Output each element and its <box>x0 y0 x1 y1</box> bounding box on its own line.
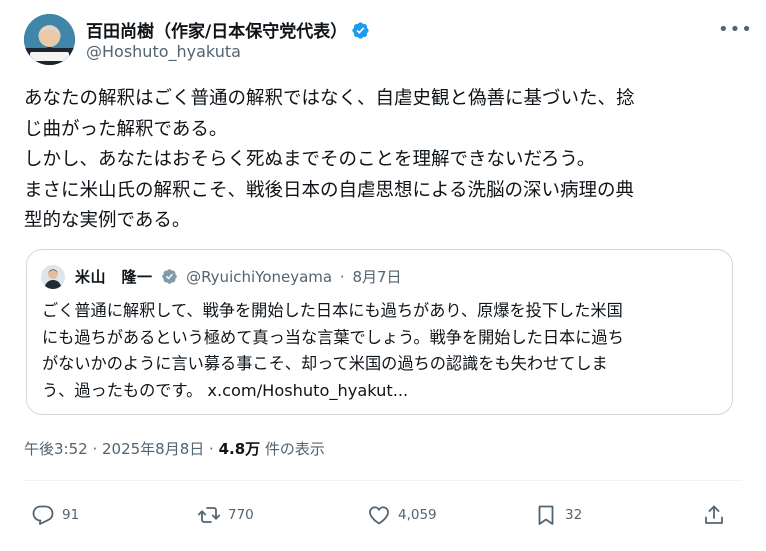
verified-badge-icon <box>352 22 369 39</box>
reply-count: 91 <box>62 507 80 523</box>
retweet-button[interactable]: 770 <box>197 498 254 532</box>
reply-icon <box>32 505 54 525</box>
quoted-line: う、過ったものです。 x.com/Hoshuto_hyakut... <box>42 380 409 400</box>
meta-separator: · <box>87 440 102 458</box>
like-count: 4,059 <box>398 507 437 523</box>
tweet-line: 型的な実例である。 <box>24 210 191 232</box>
view-count: 4.8万 <box>218 440 261 458</box>
more-options-icon[interactable]: ••• <box>718 20 752 40</box>
tweet-date[interactable]: 2025年8月8日 <box>102 440 204 458</box>
reply-button[interactable]: 91 <box>31 498 79 532</box>
quoted-tweet[interactable]: 米山 隆一 @RyuichiYoneyama · 8月7日 ごく普通に解釈して、… <box>26 249 733 415</box>
action-bar: 91 770 4,059 32 <box>24 498 742 532</box>
tweet-line: あなたの解釈はごく普通の解釈ではなく、自虐史観と偽善に基づいた、捻 <box>24 88 635 109</box>
author-handle[interactable]: @Hoshuto_hyakuta <box>86 42 241 61</box>
author-avatar[interactable] <box>24 14 75 65</box>
tweet-metadata: 午後3:52 · 2025年8月8日 · 4.8万 件の表示 <box>24 438 325 459</box>
view-count-label: 件の表示 <box>260 440 325 458</box>
like-button[interactable]: 4,059 <box>367 498 437 532</box>
meta-separator: · <box>204 440 219 458</box>
tweet-line: じ曲がった解釈である。 <box>24 118 228 140</box>
quoted-author-handle[interactable]: @RyuichiYoneyama <box>186 268 332 286</box>
share-button[interactable] <box>702 498 726 532</box>
quoted-line: がないかのように言い募る事こそ、却って米国の過ちの認識をも失わせてしま <box>42 354 608 373</box>
author-name[interactable]: 百田尚樹（作家/日本保守党代表） <box>86 22 347 42</box>
quoted-header: 米山 隆一 @RyuichiYoneyama · 8月7日 <box>75 266 402 287</box>
quoted-body: ごく普通に解釈して、戦争を開始した日本にも過ちがあり、原爆を投下した米国 にも過… <box>42 298 722 404</box>
quoted-separator: · <box>339 268 345 286</box>
bookmark-icon <box>538 505 554 525</box>
quoted-author-name[interactable]: 米山 隆一 <box>75 268 153 286</box>
tweet-time[interactable]: 午後3:52 <box>24 440 88 458</box>
share-icon <box>705 505 723 524</box>
retweet-count: 770 <box>228 507 254 523</box>
quoted-date[interactable]: 8月7日 <box>352 268 401 286</box>
verified-badge-icon <box>162 269 178 284</box>
tweet-body: あなたの解釈はごく普通の解釈ではなく、自虐史観と偽善に基づいた、捻 じ曲がった解… <box>24 84 742 237</box>
tweet-header: 百田尚樹（作家/日本保守党代表） @Hoshuto_hyakuta ••• <box>24 14 752 66</box>
quoted-line: ごく普通に解釈して、戦争を開始した日本にも過ちがあり、原爆を投下した米国 <box>42 301 623 320</box>
bookmark-button[interactable]: 32 <box>534 498 582 532</box>
retweet-icon <box>197 507 221 523</box>
divider <box>24 480 742 481</box>
quoted-line: にも過ちがあるという極めて真っ当な言葉でしょう。戦争を開始した日本に過ち <box>42 327 624 347</box>
tweet-line: しかし、あなたはおそらく死ぬまでそのことを理解できないだろう。 <box>24 149 596 171</box>
tweet-line: まさに米山氏の解釈こそ、戦後日本の自虐思想による洗脳の深い病理の典 <box>24 179 634 201</box>
heart-icon <box>369 506 389 525</box>
bookmark-count: 32 <box>565 507 583 523</box>
author-name-row[interactable]: 百田尚樹（作家/日本保守党代表） <box>86 17 370 42</box>
quoted-author-avatar[interactable] <box>41 265 65 289</box>
